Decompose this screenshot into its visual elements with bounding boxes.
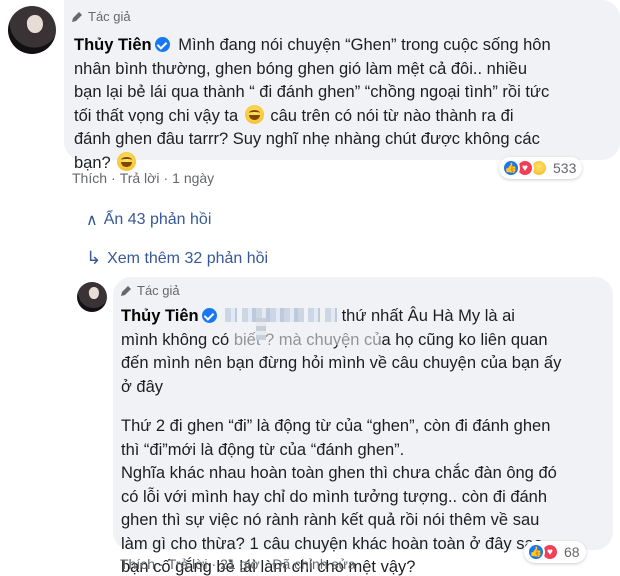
- reply-link[interactable]: Trả lời: [120, 170, 160, 186]
- comment-line: làm gì cho thừa? 1 câu chuyện khác hoàn …: [121, 534, 543, 553]
- timestamp-link[interactable]: 1 ngày: [172, 170, 214, 186]
- comment-line: Thứ 2 đi ghen “đi” là động từ của “ghen”…: [121, 417, 551, 435]
- view-more-replies-link[interactable]: ↳ Xem thêm 32 phản hồi: [86, 248, 268, 269]
- author-badge-label: Tác giả: [88, 9, 131, 24]
- comment-line: có lỗi với mình hay chỉ do mình tưởng tư…: [121, 487, 548, 506]
- comment-line: đánh ghen đâu tarrr? Suy nghĩ nhẹ nhàng …: [74, 130, 540, 148]
- pencil-icon: [72, 11, 82, 22]
- separator: ·: [159, 556, 164, 572]
- grinning-emoji-icon: [244, 104, 264, 124]
- comment-line: bạn lại bẻ lái qua thành “ đi đánh ghen”…: [74, 83, 550, 101]
- comment-line: Nghĩa khác nhau hoàn toàn ghen thì chưa …: [121, 464, 557, 482]
- comment-actions: Thích · Trả lời · 1 ngày: [72, 170, 214, 186]
- separator: ·: [163, 170, 169, 186]
- comment-body: Thủy Tiên thứ nhất Âu Hà My là ai mình k…: [121, 305, 611, 576]
- author-name[interactable]: Thủy Tiên: [121, 307, 199, 325]
- redacted-text: [308, 308, 321, 322]
- like-reaction-icon: 👍: [502, 159, 520, 177]
- comment-line: đến mình nên bạn đừng hỏi mình về câu ch…: [121, 354, 562, 372]
- redacted-text: [256, 318, 266, 340]
- comment-line: tối thất vọng chi vậy ta: [74, 106, 239, 125]
- timestamp-link[interactable]: 21 giờ: [220, 556, 260, 572]
- hide-replies-link[interactable]: ∧ Ẩn 43 phản hồi: [86, 210, 211, 230]
- comment-line: thì “đi”mới là động từ của “đánh ghen”.: [121, 440, 405, 459]
- comment-line: câu trên có nói từ nào thành ra đi: [270, 106, 514, 125]
- reply-arrow-icon: ↳: [86, 248, 102, 268]
- comment-body: Thủy Tiên Mình đang nói chuyện “Ghen” tr…: [74, 34, 614, 175]
- chevron-up-icon: ∧: [86, 212, 98, 229]
- author-badge: Tác giả: [70, 9, 131, 24]
- redacted-text: [325, 308, 337, 322]
- separator: ·: [111, 170, 116, 186]
- redacted-text: [241, 308, 304, 322]
- redacted-text: [225, 308, 238, 322]
- comment-actions: Thích · Trả lời · 21 giờ · Đã chỉnh sửa: [120, 556, 356, 572]
- reaction-summary[interactable]: 👍 ♥ 68: [524, 541, 586, 563]
- like-link[interactable]: Thích: [72, 170, 107, 186]
- comment-line: ghen thì sự việc nó rành rành kết quả rồ…: [121, 511, 540, 529]
- redacted-text: [230, 331, 380, 345]
- author-name[interactable]: Thủy Tiên: [74, 36, 152, 54]
- reply-link[interactable]: Trả lời: [168, 556, 208, 572]
- separator: ·: [263, 556, 269, 572]
- verified-badge-icon: [154, 37, 170, 52]
- edited-label[interactable]: Đã chỉnh sửa: [272, 556, 355, 572]
- like-reaction-icon: 👍: [527, 543, 545, 561]
- author-badge-label: Tác giả: [137, 283, 180, 298]
- verified-badge-icon: [201, 308, 217, 323]
- separator: ·: [211, 556, 217, 572]
- comment-line: ở đây: [121, 377, 164, 396]
- author-badge: Tác giả: [119, 283, 180, 298]
- hide-replies-label: Ẩn 43 phản hồi: [103, 211, 212, 228]
- pencil-icon: [121, 285, 131, 296]
- comment-line: bạn?: [74, 153, 111, 172]
- reaction-summary[interactable]: 👍 ♥ 533: [499, 157, 583, 179]
- comment-line: nhân bình thường, ghen bóng ghen gió làm…: [74, 59, 528, 78]
- author-avatar[interactable]: [8, 6, 56, 54]
- view-more-replies-label: Xem thêm 32 phản hồi: [107, 249, 269, 267]
- comment-line: Mình đang nói chuyện “Ghen” trong cuộc s…: [178, 36, 551, 54]
- reaction-count: 68: [564, 544, 580, 560]
- author-avatar[interactable]: [77, 282, 107, 312]
- comment-line: thứ nhất Âu Hà My là ai: [341, 307, 515, 325]
- reaction-count: 533: [553, 160, 577, 176]
- like-link[interactable]: Thích: [120, 556, 155, 572]
- grinning-emoji-icon: [117, 151, 137, 171]
